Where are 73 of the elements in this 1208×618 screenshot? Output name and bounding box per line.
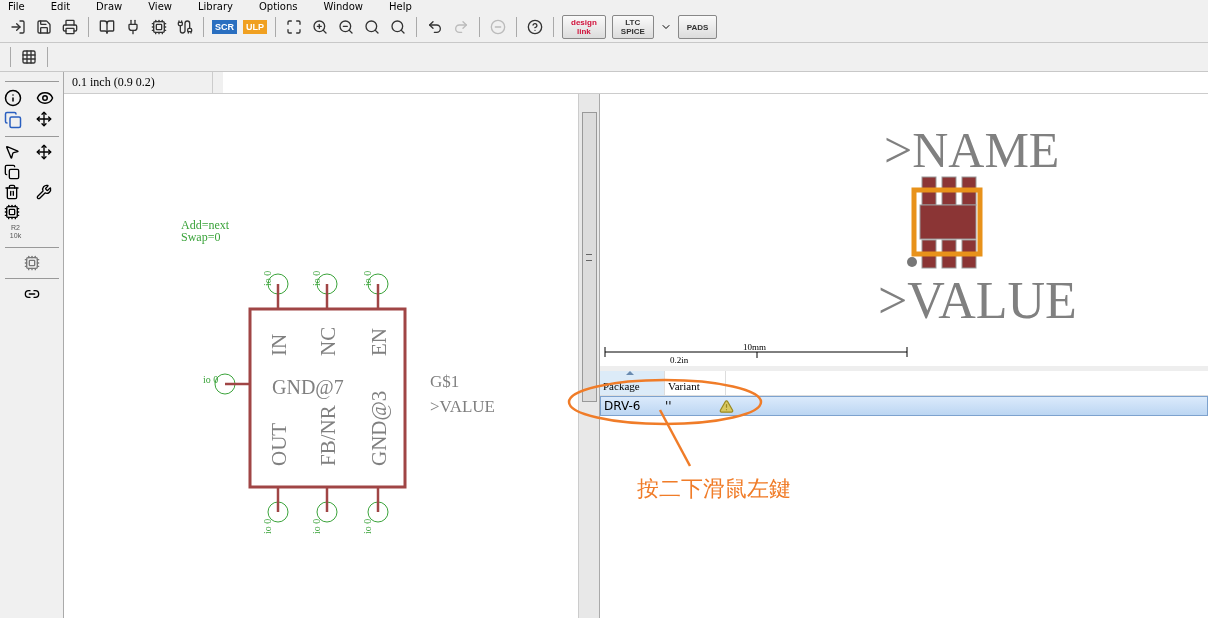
pin-name: IN	[267, 333, 291, 356]
annotation-text: 按二下滑鼠左鍵	[637, 475, 791, 503]
menu-item[interactable]: View	[148, 1, 172, 12]
part-name: G$1	[430, 372, 460, 391]
select-icon[interactable]	[3, 144, 20, 160]
pad-label: io 0	[262, 518, 273, 534]
table-row[interactable]: DRV-6 ''	[600, 396, 1208, 416]
connector-icon	[125, 19, 141, 35]
pad-label: io 0	[362, 270, 373, 286]
eye-icon[interactable]	[35, 89, 54, 107]
pin-name: NC	[316, 326, 340, 356]
chip-button[interactable]	[149, 17, 169, 37]
menu-item[interactable]: Draw	[96, 1, 123, 12]
zoom-fit-icon	[286, 19, 302, 35]
script-button[interactable]: SCR	[212, 20, 237, 34]
package-value-text: >VALUE	[878, 272, 1077, 329]
menu-item[interactable]: Window	[323, 1, 363, 12]
pin-name: EN	[367, 328, 391, 356]
export-button[interactable]	[8, 17, 28, 37]
zoom-out-icon	[338, 19, 354, 35]
package-name-text: >NAME	[884, 122, 1060, 178]
zoom-last-icon	[390, 19, 406, 35]
pad-label: io 0	[311, 270, 322, 286]
help-button[interactable]	[525, 17, 545, 37]
ruler-label: 0.2in	[670, 355, 689, 365]
save-icon	[36, 19, 52, 35]
pad-label: io 0	[311, 518, 322, 534]
scrollbar-thumb[interactable]	[581, 112, 597, 402]
menu-item[interactable]: Library	[197, 1, 233, 12]
design-link-button[interactable]: design link	[562, 15, 606, 39]
pin-name: FB/NR	[316, 405, 340, 466]
menu-item[interactable]: Options	[258, 1, 298, 12]
ltspice-button[interactable]: LTC SPICE	[611, 15, 654, 39]
book-icon	[99, 19, 115, 35]
pad-label: io 0	[262, 270, 273, 286]
undo-icon	[427, 19, 443, 35]
table-cell-text: DRV-6	[603, 399, 642, 413]
zoom-in-icon	[312, 19, 328, 35]
move-icon[interactable]	[35, 144, 52, 160]
zoom-fit-button[interactable]	[284, 17, 304, 37]
pin-name: GND@3	[367, 390, 391, 466]
pad-label: io 0	[362, 518, 373, 534]
export-icon	[10, 19, 26, 35]
grid-button[interactable]	[19, 47, 39, 67]
grid-size-label: 0.1 inch (0.9 0.2)	[64, 72, 213, 93]
cable-button[interactable]	[175, 17, 195, 37]
smash-text: Add=next	[181, 218, 230, 232]
zoom-select-icon	[364, 19, 380, 35]
menu-item[interactable]: Help	[388, 1, 412, 12]
print-icon	[62, 19, 78, 35]
help-icon	[527, 19, 543, 35]
grid-icon	[21, 49, 37, 65]
table-cell-text: ''	[664, 399, 673, 413]
command-input[interactable]	[223, 72, 1208, 93]
part-value: >VALUE	[430, 397, 495, 416]
menu-item[interactable]: Edit	[50, 1, 71, 12]
wrench-icon[interactable]	[35, 184, 52, 200]
copy-icon[interactable]	[3, 164, 20, 180]
menu-item[interactable]: File	[8, 1, 25, 12]
pin-name: OUT	[267, 422, 291, 466]
smash-text: Swap=0	[181, 230, 221, 244]
cable-icon	[177, 19, 193, 35]
pin-name: GND@7	[272, 376, 344, 398]
info-icon[interactable]	[3, 89, 22, 107]
save-button[interactable]	[34, 17, 54, 37]
pin-drawing	[214, 373, 250, 395]
ruler-label: 10mm	[743, 342, 766, 352]
leader-line	[658, 409, 692, 467]
print-button[interactable]	[60, 17, 80, 37]
delete-icon[interactable]	[3, 184, 20, 200]
pads-button[interactable]: PADS	[677, 15, 718, 39]
redo-icon	[453, 19, 469, 35]
chip-icon	[151, 19, 167, 35]
